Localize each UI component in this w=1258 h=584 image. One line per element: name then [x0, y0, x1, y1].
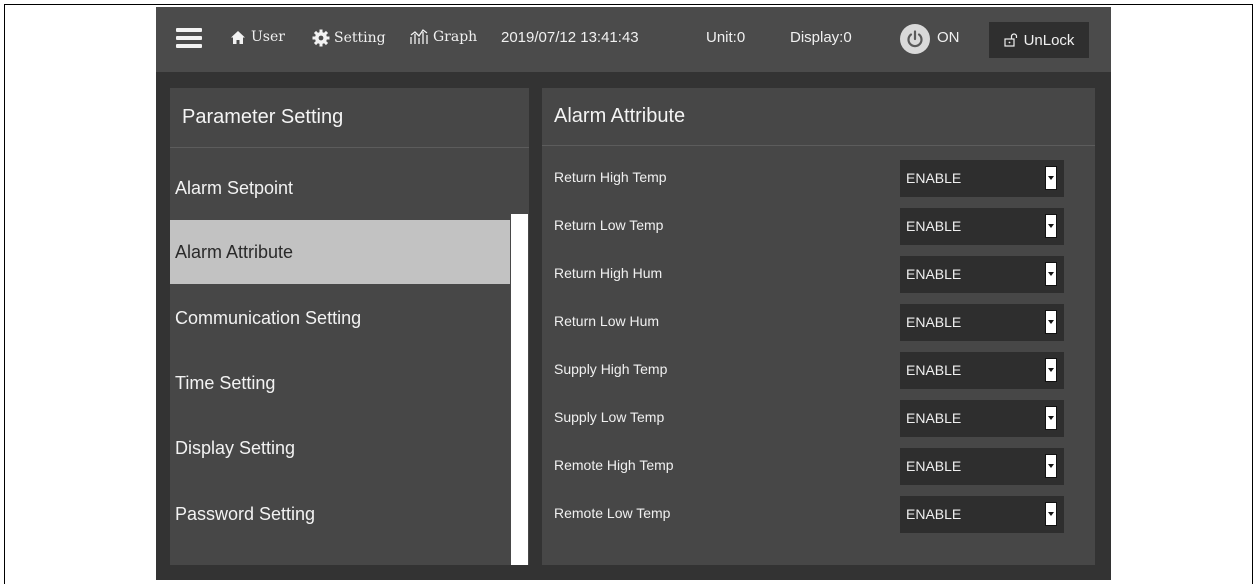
dropdown-arrow-icon[interactable]: [1045, 214, 1057, 238]
alarm-row-return-high-temp: Return High Temp ENABLE: [542, 158, 1095, 200]
alarm-row-remote-high-temp: Remote High Temp ENABLE: [542, 446, 1095, 488]
menu-item-password-setting[interactable]: Password Setting: [170, 482, 510, 546]
alarm-attribute-panel: Alarm Attribute Return High Temp ENABLE …: [542, 88, 1095, 565]
alarm-label: Remote High Temp: [554, 457, 674, 473]
alarm-select[interactable]: ENABLE: [900, 400, 1064, 437]
alarm-row-return-high-hum: Return High Hum ENABLE: [542, 254, 1095, 296]
alarm-select-value: ENABLE: [906, 506, 962, 522]
power-status: ON: [937, 29, 960, 46]
power-button[interactable]: [900, 24, 930, 54]
alarm-row-remote-low-temp: Remote Low Temp ENABLE: [542, 494, 1095, 536]
menu-item-display-setting[interactable]: Display Setting: [170, 416, 510, 480]
hmi-screen: User Setting Graph 2019/07/12 13:41:43 U…: [156, 7, 1111, 580]
home-icon: [231, 30, 245, 44]
menu-item-label: Alarm Attribute: [175, 241, 294, 262]
alarm-row-return-low-hum: Return Low Hum ENABLE: [542, 302, 1095, 344]
alarm-select-value: ENABLE: [906, 362, 962, 378]
menu-item-alarm-setpoint[interactable]: Alarm Setpoint: [170, 156, 510, 220]
setting-nav[interactable]: Setting: [312, 29, 386, 47]
unlock-icon: [1003, 33, 1017, 47]
parameter-setting-panel: Parameter Setting Alarm Setpoint Alarm A…: [170, 88, 529, 565]
alarm-row-supply-low-temp: Supply Low Temp ENABLE: [542, 398, 1095, 440]
graph-nav[interactable]: Graph: [410, 29, 477, 45]
alarm-select[interactable]: ENABLE: [900, 304, 1064, 341]
dropdown-arrow-icon[interactable]: [1045, 262, 1057, 286]
hamburger-icon[interactable]: [176, 28, 202, 48]
dropdown-arrow-icon[interactable]: [1045, 502, 1057, 526]
unlock-label: UnLock: [1023, 31, 1075, 49]
user-label: User: [251, 29, 285, 45]
alarm-label: Return Low Temp: [554, 217, 664, 233]
menu-item-label: Communication Setting: [175, 307, 362, 328]
alarm-row-return-low-temp: Return Low Temp ENABLE: [542, 206, 1095, 248]
graph-label: Graph: [433, 29, 478, 45]
alarm-select-value: ENABLE: [906, 410, 962, 426]
menu-item-label: Display Setting: [175, 437, 296, 458]
menu-item-communication-setting[interactable]: Communication Setting: [170, 286, 510, 350]
display-indicator: Display:0: [790, 29, 852, 46]
alarm-select[interactable]: ENABLE: [900, 448, 1064, 485]
graph-icon: [410, 29, 428, 44]
alarm-attribute-title: Alarm Attribute: [542, 88, 1095, 146]
datetime: 2019/07/12 13:41:43: [501, 29, 639, 46]
alarm-select[interactable]: ENABLE: [900, 256, 1064, 293]
top-bar: User Setting Graph 2019/07/12 13:41:43 U…: [156, 7, 1111, 72]
alarm-select[interactable]: ENABLE: [900, 496, 1064, 533]
menu-scrollbar[interactable]: [511, 214, 528, 565]
alarm-label: Supply High Temp: [554, 361, 668, 377]
alarm-label: Supply Low Temp: [554, 409, 665, 425]
unlock-button[interactable]: UnLock: [989, 22, 1089, 58]
alarm-select-value: ENABLE: [906, 314, 962, 330]
alarm-select[interactable]: ENABLE: [900, 160, 1064, 197]
alarm-label: Return High Temp: [554, 169, 667, 185]
alarm-label: Return Low Hum: [554, 313, 660, 329]
menu-item-time-setting[interactable]: Time Setting: [170, 351, 510, 415]
dropdown-arrow-icon[interactable]: [1045, 358, 1057, 382]
menu-item-label: Password Setting: [175, 503, 316, 524]
setting-label: Setting: [334, 30, 386, 46]
alarm-select[interactable]: ENABLE: [900, 208, 1064, 245]
alarm-select[interactable]: ENABLE: [900, 352, 1064, 389]
unit-indicator: Unit:0: [706, 29, 746, 46]
menu-item-alarm-attribute[interactable]: Alarm Attribute: [170, 220, 510, 284]
user-nav[interactable]: User: [230, 29, 285, 45]
alarm-select-value: ENABLE: [906, 218, 962, 234]
dropdown-arrow-icon[interactable]: [1045, 406, 1057, 430]
gear-icon: [312, 29, 330, 47]
alarm-row-supply-high-temp: Supply High Temp ENABLE: [542, 350, 1095, 392]
dropdown-arrow-icon[interactable]: [1045, 310, 1057, 334]
parameter-setting-title: Parameter Setting: [170, 88, 529, 148]
alarm-select-value: ENABLE: [906, 266, 962, 282]
dropdown-arrow-icon[interactable]: [1045, 454, 1057, 478]
alarm-select-value: ENABLE: [906, 170, 962, 186]
alarm-label: Remote Low Temp: [554, 505, 671, 521]
menu-item-label: Time Setting: [175, 372, 276, 393]
alarm-select-value: ENABLE: [906, 458, 962, 474]
menu-item-label: Alarm Setpoint: [175, 177, 294, 198]
power-icon: [907, 30, 923, 48]
alarm-label: Return High Hum: [554, 265, 663, 281]
dropdown-arrow-icon[interactable]: [1045, 166, 1057, 190]
